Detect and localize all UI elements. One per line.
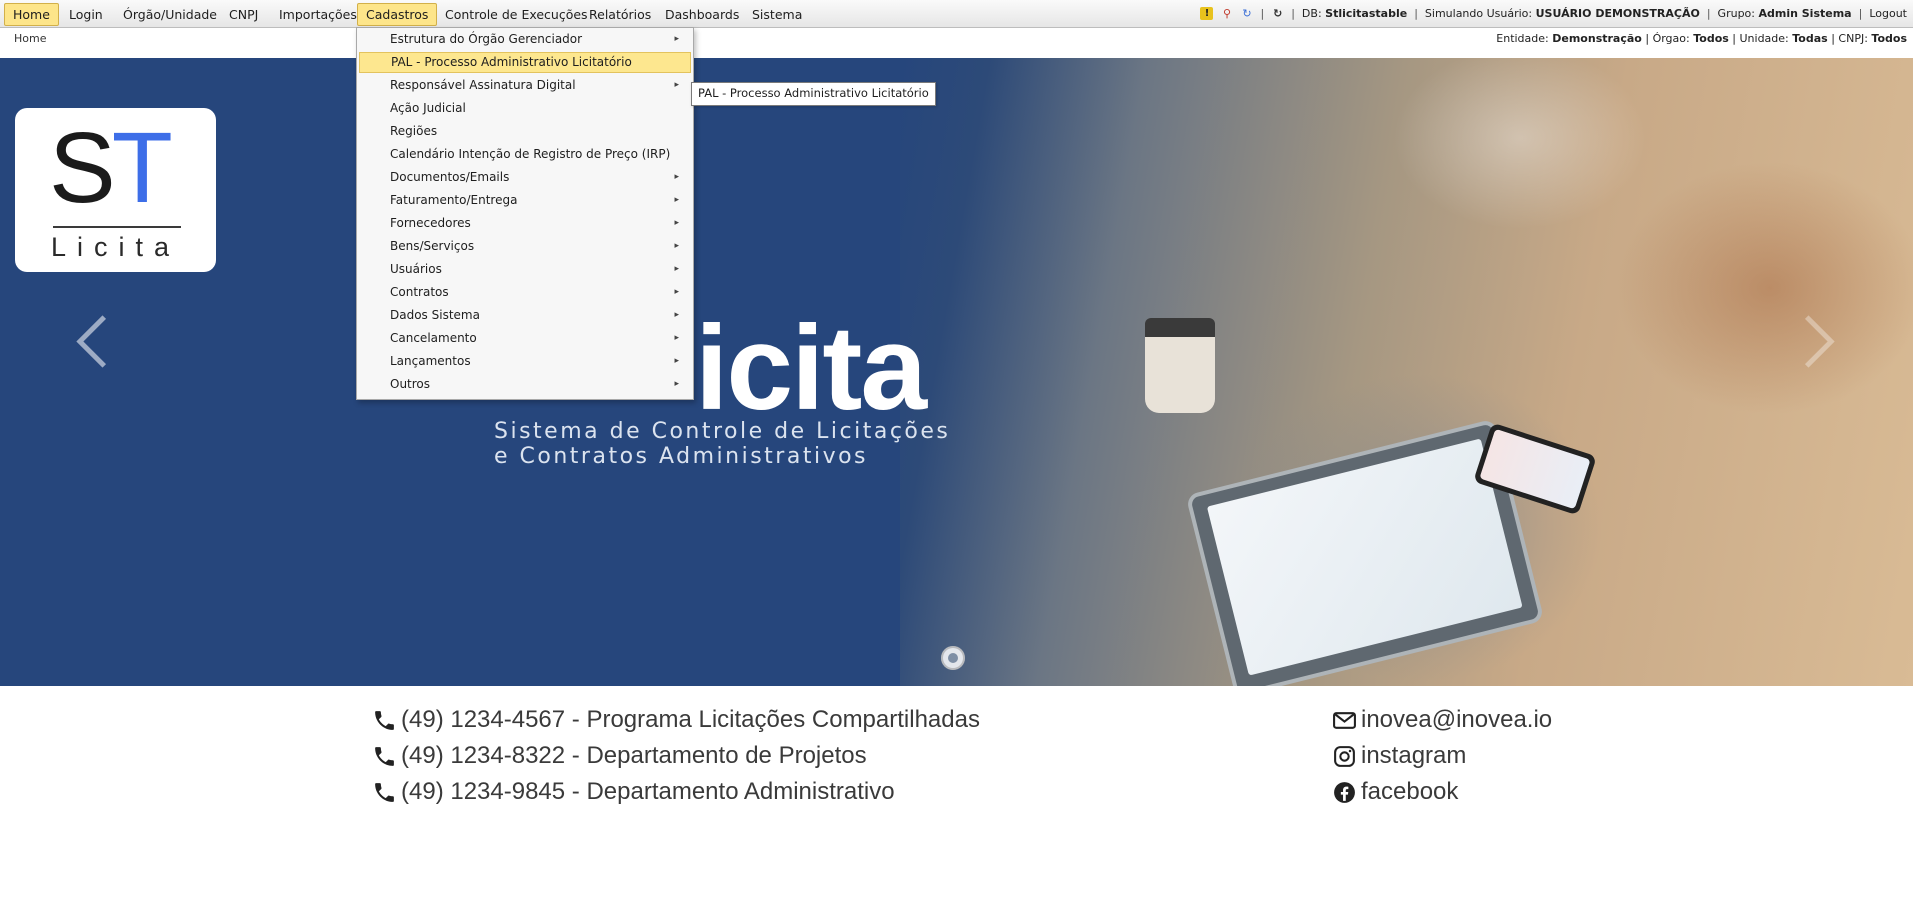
dd-bens-servicos[interactable]: Bens/Serviços ▸: [359, 236, 691, 257]
submenu-arrow-icon: ▸: [674, 287, 679, 297]
menu-relatorios[interactable]: Relatórios: [580, 3, 660, 26]
social-links: inovea@inovea.io instagram facebook: [1332, 702, 1552, 810]
instagram-icon: [1334, 745, 1355, 767]
carousel-indicator-dot[interactable]: [941, 646, 965, 670]
dd-acao-judicial[interactable]: Ação Judicial: [359, 98, 691, 119]
carousel-prev-arrow-icon[interactable]: [76, 315, 129, 368]
menu-login[interactable]: Login: [60, 3, 112, 26]
phone-contact: (49) 1234-4567 - Programa Licitações Com…: [372, 702, 980, 738]
hero-carousel: ST Licita icita Sistema de Controle de L…: [0, 58, 1913, 686]
logout-link[interactable]: Logout: [1869, 7, 1907, 20]
warning-icon[interactable]: !: [1200, 7, 1214, 20]
coffee-cup-image: [1145, 318, 1215, 413]
st-licita-logo: ST Licita: [15, 108, 216, 272]
envelope-icon: [1333, 711, 1356, 729]
status-bar: ! ⚲ ↻ | ↻ | DB: Stlicitastable | Simulan…: [1200, 3, 1907, 24]
menu-tooltip: PAL - Processo Administrativo Licitatóri…: [691, 82, 936, 106]
dd-outros[interactable]: Outros ▸: [359, 374, 691, 395]
simulated-user: Simulando Usuário: USUÁRIO DEMONSTRAÇÃO: [1424, 7, 1700, 20]
submenu-arrow-icon: ▸: [674, 264, 679, 274]
email-link[interactable]: inovea@inovea.io: [1332, 702, 1552, 738]
submenu-arrow-icon: ▸: [674, 310, 679, 320]
menu-cnpj[interactable]: CNPJ: [220, 3, 267, 26]
menu-orgao-unidade[interactable]: Órgão/Unidade: [114, 3, 226, 26]
phone-icon: [375, 782, 394, 802]
menu-home[interactable]: Home: [4, 3, 59, 26]
top-menu-bar: Home Login Órgão/Unidade CNPJ Importaçõe…: [0, 0, 1913, 28]
submenu-arrow-icon: ▸: [674, 333, 679, 343]
contact-phones: (49) 1234-4567 - Programa Licitações Com…: [372, 702, 980, 810]
submenu-arrow-icon: ▸: [674, 34, 679, 44]
submenu-arrow-icon: ▸: [674, 218, 679, 228]
dd-regioes[interactable]: Regiões: [359, 121, 691, 142]
sync-icon[interactable]: ↻: [1240, 7, 1253, 20]
facebook-link[interactable]: facebook: [1332, 774, 1552, 810]
magnifier-icon[interactable]: ⚲: [1220, 7, 1233, 20]
breadcrumb[interactable]: Home: [14, 32, 46, 45]
phone-contact: (49) 1234-8322 - Departamento de Projeto…: [372, 738, 980, 774]
menu-controle-execucoes[interactable]: Controle de Execuções: [436, 3, 597, 26]
dd-contratos[interactable]: Contratos ▸: [359, 282, 691, 303]
db-info: DB: Stlicitastable: [1301, 7, 1408, 20]
dd-dados-sistema[interactable]: Dados Sistema ▸: [359, 305, 691, 326]
refresh-icon[interactable]: ↻: [1271, 7, 1284, 20]
phone-icon: [375, 746, 394, 766]
phone-contact: (49) 1234-9845 - Departamento Administra…: [372, 774, 980, 810]
context-info: Entidade: Demonstração | Órgao: Todos | …: [1496, 32, 1907, 45]
submenu-arrow-icon: ▸: [674, 195, 679, 205]
dd-faturamento-entrega[interactable]: Faturamento/Entrega ▸: [359, 190, 691, 211]
cadastros-dropdown-menu: Estrutura do Órgão Gerenciador ▸ PAL - Pr…: [356, 27, 694, 400]
dd-documentos-emails[interactable]: Documentos/Emails ▸: [359, 167, 691, 188]
menu-dashboards[interactable]: Dashboards: [656, 3, 748, 26]
menu-cadastros[interactable]: Cadastros: [357, 3, 438, 26]
submenu-arrow-icon: ▸: [674, 80, 679, 90]
hero-title: icita: [695, 301, 927, 435]
dd-lancamentos[interactable]: Lançamentos ▸: [359, 351, 691, 372]
dd-estrutura-orgao[interactable]: Estrutura do Órgão Gerenciador ▸: [359, 29, 691, 50]
menu-importacoes[interactable]: Importações: [270, 3, 366, 26]
submenu-arrow-icon: ▸: [674, 172, 679, 182]
submenu-arrow-icon: ▸: [674, 356, 679, 366]
dd-pal[interactable]: PAL - Processo Administrativo Licitatóri…: [359, 52, 691, 73]
dd-calendario-irp[interactable]: Calendário Intenção de Registro de Preço…: [359, 144, 691, 165]
dd-fornecedores[interactable]: Fornecedores ▸: [359, 213, 691, 234]
instagram-link[interactable]: instagram: [1332, 738, 1552, 774]
dd-responsavel-assinatura[interactable]: Responsável Assinatura Digital ▸: [359, 75, 691, 96]
submenu-arrow-icon: ▸: [674, 241, 679, 251]
dd-usuarios[interactable]: Usuários ▸: [359, 259, 691, 280]
phone-icon: [375, 710, 394, 730]
facebook-icon: [1334, 781, 1355, 803]
hero-subtitle: Sistema de Controle de Licitações e Cont…: [494, 419, 951, 469]
submenu-arrow-icon: ▸: [674, 379, 679, 389]
menu-sistema[interactable]: Sistema: [743, 3, 811, 26]
dd-cancelamento[interactable]: Cancelamento ▸: [359, 328, 691, 349]
user-group: Grupo: Admin Sistema: [1717, 7, 1852, 20]
